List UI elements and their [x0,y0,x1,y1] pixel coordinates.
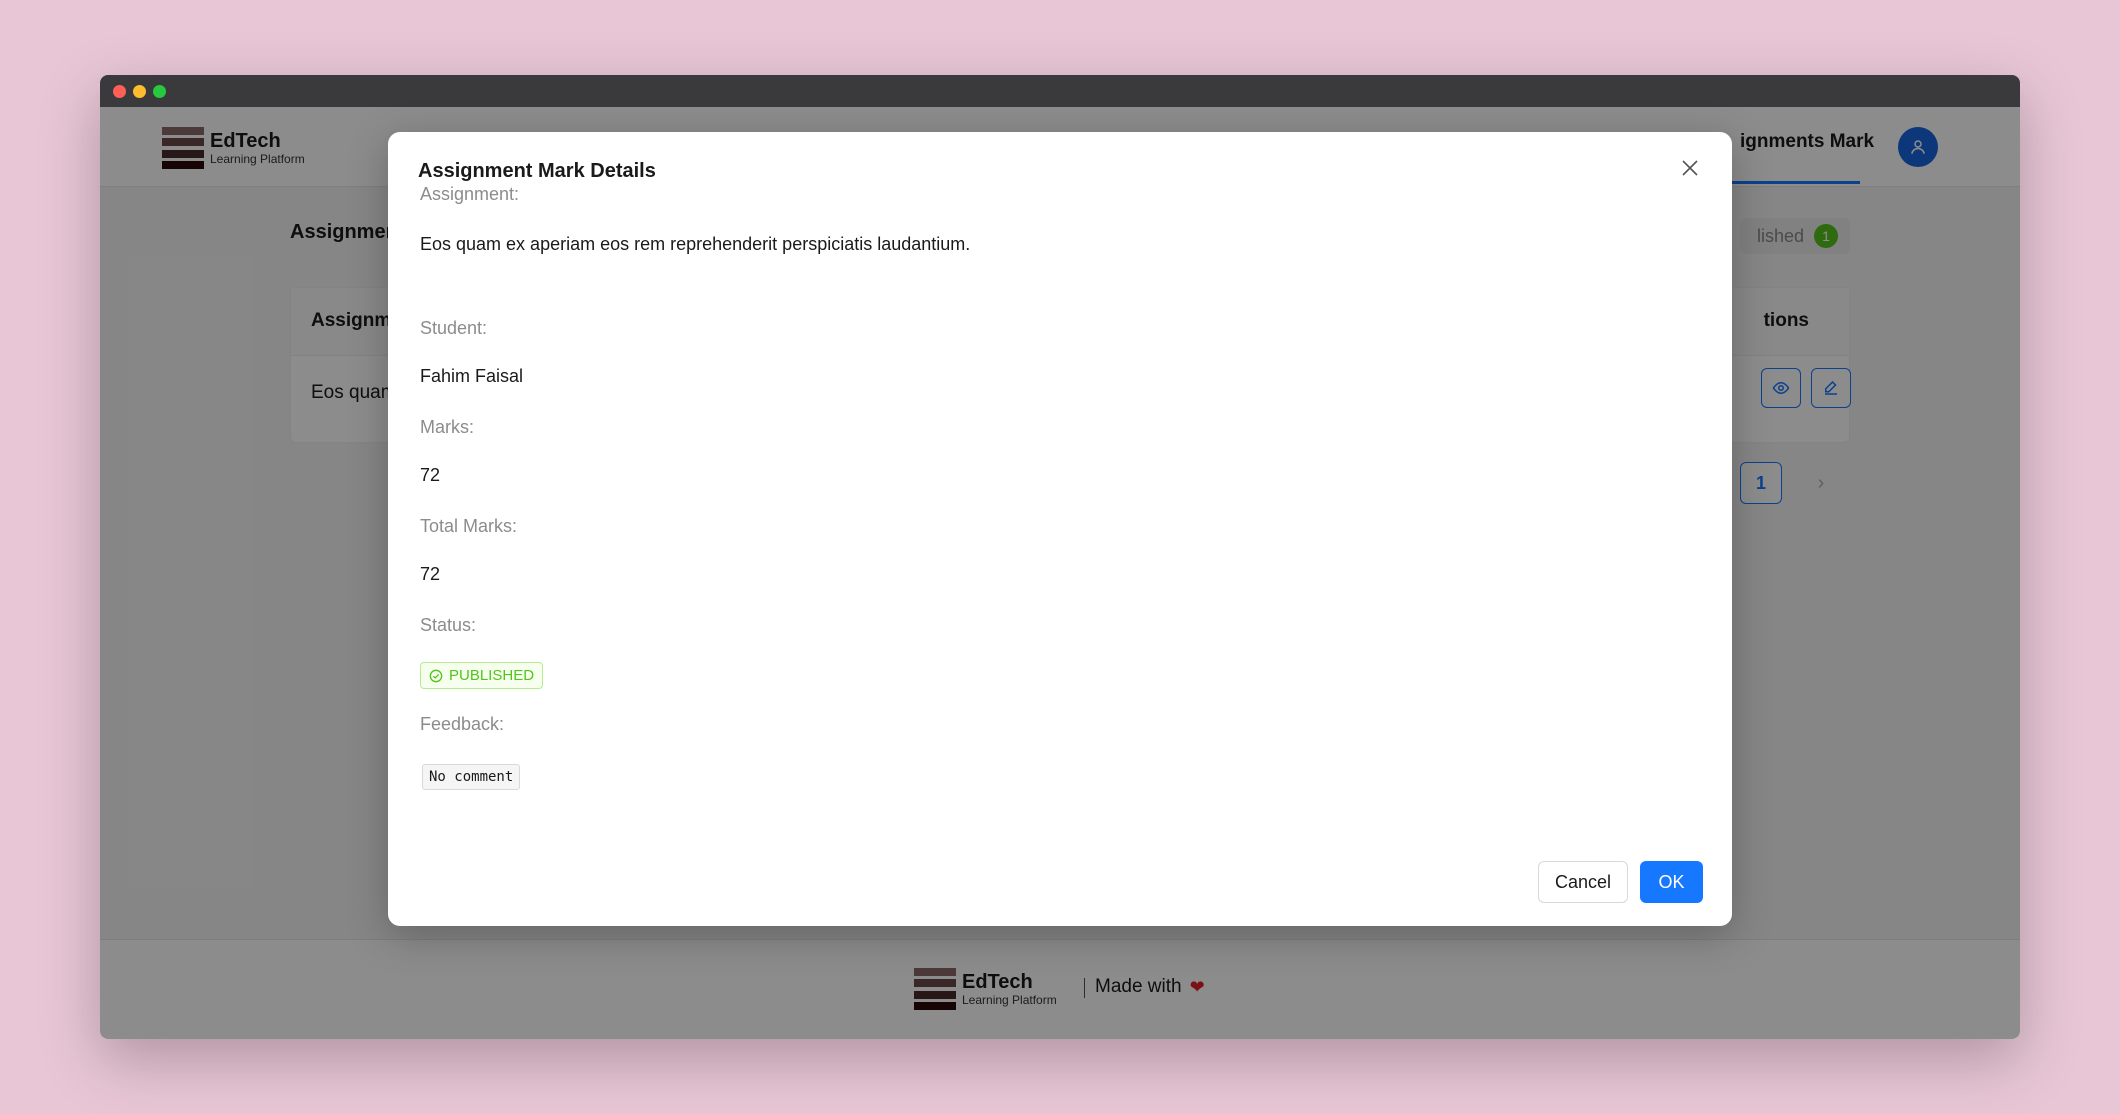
marks-label: Marks: [420,417,474,437]
status-badge-label: PUBLISHED [449,667,535,684]
assignment-label: Assignment: [420,184,520,204]
assignment-value: Eos quam ex aperiam eos rem reprehenderi… [420,234,971,254]
dialog-title: Assignment Mark Details [418,160,656,182]
dialog-close-button[interactable] [1672,150,1708,186]
total-marks-value: 72 [420,564,441,584]
feedback-value: No comment [422,764,521,790]
close-window-button[interactable] [113,85,126,98]
status-label: Status: [420,615,477,635]
ok-button[interactable]: OK [1640,861,1703,903]
minimize-window-button[interactable] [133,85,146,98]
assignment-mark-details-dialog: Assignment Mark Details Assignment: Eos … [388,132,1732,926]
cancel-button[interactable]: Cancel [1538,861,1628,903]
close-icon [1682,160,1698,176]
status-badge: PUBLISHED [420,662,544,689]
check-circle-icon [429,669,443,683]
feedback-label: Feedback: [420,714,505,734]
total-marks-label: Total Marks: [420,516,518,536]
marks-value: 72 [420,465,441,485]
maximize-window-button[interactable] [153,85,166,98]
window-titlebar [100,75,2020,107]
student-value: Fahim Faisal [420,366,524,386]
student-label: Student: [420,318,488,338]
